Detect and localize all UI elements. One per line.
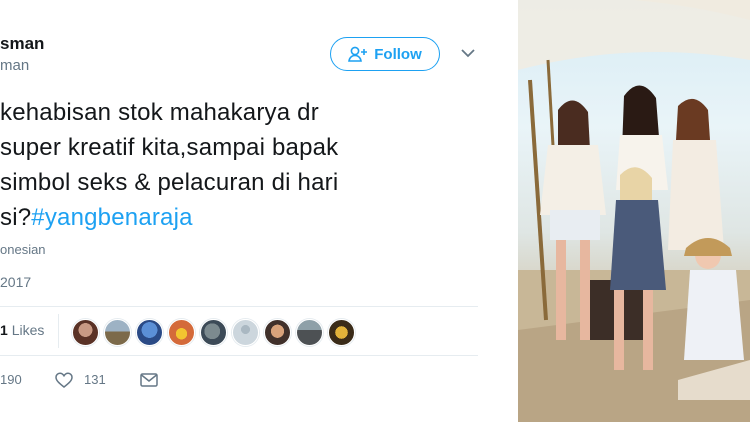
follow-label: Follow — [374, 45, 422, 63]
avatar[interactable] — [104, 319, 131, 346]
heart-icon[interactable] — [55, 372, 73, 388]
tweet-text-line-4: si?#yangbenaraja — [0, 204, 193, 232]
follow-person-icon — [348, 46, 368, 62]
divider-top — [0, 306, 478, 307]
chevron-down-icon[interactable] — [460, 46, 476, 60]
tweet-text-line-1: kehabisan stok mahakarya dr — [0, 99, 319, 126]
tweet-date[interactable]: 2017 — [0, 274, 31, 290]
likes-count: 1 — [0, 322, 8, 338]
likes-stat[interactable]: 1 Likes — [0, 322, 44, 338]
divider-bottom — [0, 355, 478, 356]
tweet-text-line-2: super kreatif kita,sampai bapak — [0, 134, 339, 161]
liker-avatars — [72, 319, 355, 346]
tweet-card: sman man Follow kehabisan stok mahakarya… — [0, 0, 518, 422]
retweet-count[interactable]: 190 — [0, 372, 22, 387]
group-photo-image — [518, 0, 750, 422]
avatar[interactable] — [264, 319, 291, 346]
stats-separator — [58, 314, 59, 348]
follow-button[interactable]: Follow — [330, 37, 440, 71]
like-count[interactable]: 131 — [84, 372, 106, 387]
tweet-photo[interactable] — [518, 0, 750, 422]
avatar[interactable] — [328, 319, 355, 346]
tweet-text-line-4-text: si? — [0, 204, 32, 231]
avatar[interactable] — [200, 319, 227, 346]
avatar[interactable] — [136, 319, 163, 346]
avatar[interactable] — [168, 319, 195, 346]
avatar[interactable] — [72, 319, 99, 346]
tweet-text-line-3: simbol seks & pelacuran di hari — [0, 169, 339, 196]
display-name[interactable]: sman — [0, 34, 44, 54]
avatar[interactable] — [296, 319, 323, 346]
translate-language[interactable]: onesian — [0, 242, 46, 257]
likes-label: Likes — [11, 322, 45, 338]
user-handle[interactable]: man — [0, 57, 29, 74]
envelope-icon[interactable] — [140, 373, 158, 387]
avatar[interactable] — [232, 319, 259, 346]
hashtag-link[interactable]: #yangbenaraja — [31, 204, 192, 231]
